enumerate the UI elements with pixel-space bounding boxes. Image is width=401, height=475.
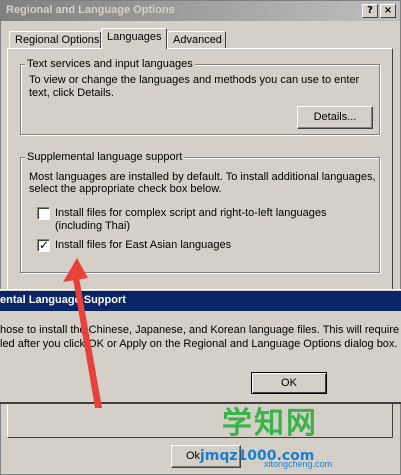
watermark-logo-text: 学知网: [222, 406, 318, 441]
arrow-shaft: [72, 272, 102, 408]
arrow-head: [63, 258, 88, 282]
red-arrow-annotation: [63, 258, 102, 408]
watermark-small-text: xitongcheng.com: [264, 459, 333, 469]
